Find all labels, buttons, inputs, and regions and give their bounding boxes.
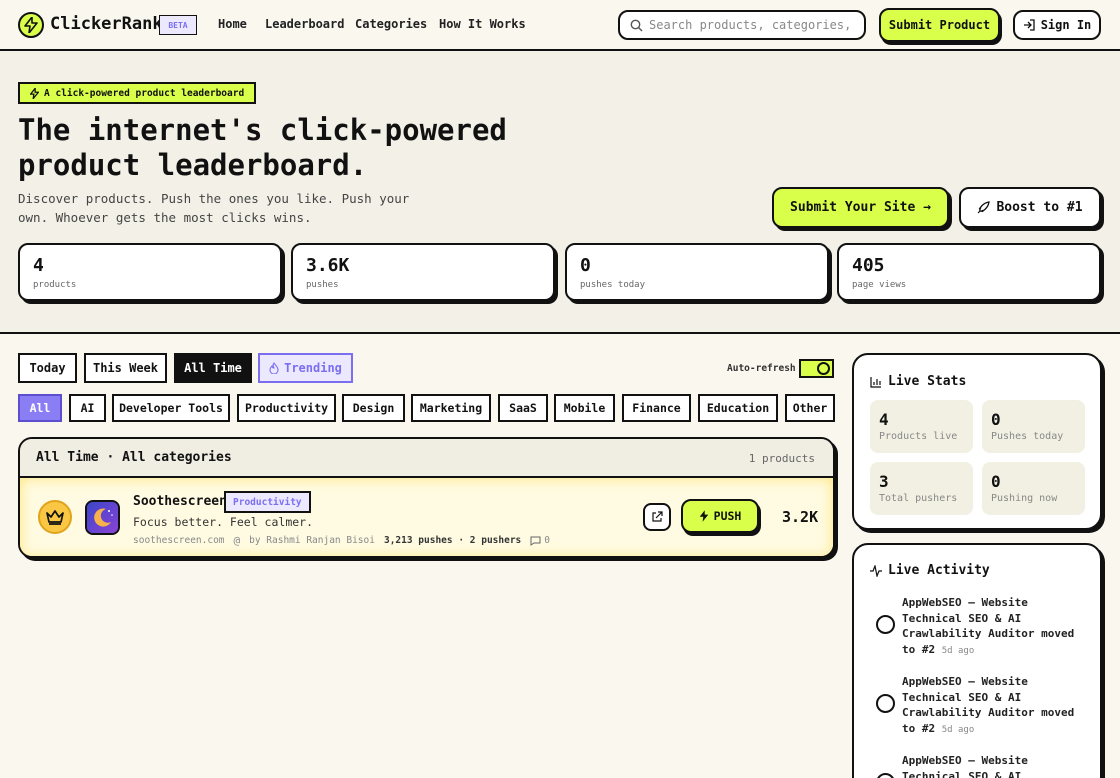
search-input[interactable] xyxy=(649,18,859,32)
mini-stat-products-live: 4 Products live xyxy=(870,400,973,453)
crown-icon xyxy=(38,500,72,534)
category-saas[interactable]: SaaS xyxy=(498,394,548,422)
search-icon xyxy=(630,19,643,31)
stat-card-page-views: 405 page views xyxy=(837,243,1101,301)
bar-chart-icon xyxy=(870,376,881,388)
nav-link-how-it-works[interactable]: How It Works xyxy=(439,17,526,31)
comments-count[interactable]: 0 xyxy=(530,535,550,546)
category-tag[interactable]: Productivity xyxy=(224,491,311,513)
tab-all-time[interactable]: All Time xyxy=(174,353,252,383)
activity-avatar xyxy=(876,694,895,713)
leaderboard-header: All Time · All categories 1 products xyxy=(20,439,833,478)
product-domain[interactable]: soothescreen.com xyxy=(133,535,225,546)
live-activity-title: Live Activity xyxy=(870,563,990,578)
category-developer-tools[interactable]: Developer Tools xyxy=(112,394,230,422)
tagline-badge: A click-powered product leaderboard xyxy=(18,82,257,104)
stat-value: 3.6K xyxy=(306,255,350,276)
external-link-icon xyxy=(652,511,663,522)
hero-section: A click-powered product leaderboard The … xyxy=(0,51,1120,334)
stat-card-products: 4 products xyxy=(18,243,282,301)
category-mobile[interactable]: Mobile xyxy=(554,394,615,422)
sign-in-label: Sign In xyxy=(1040,18,1092,32)
at-icon: @ xyxy=(233,534,241,547)
mini-stat-total-pushers: 3 Total pushers xyxy=(870,462,973,515)
nav-link-leaderboard[interactable]: Leaderboard xyxy=(265,17,344,31)
activity-icon xyxy=(870,564,882,577)
stat-label: page views xyxy=(852,280,907,290)
submit-your-site-button[interactable]: Submit Your Site → xyxy=(772,187,949,228)
rocket-icon xyxy=(978,201,991,214)
brand-name[interactable]: ClickerRank xyxy=(50,14,163,34)
mini-stat-pushing-now: 0 Pushing now xyxy=(982,462,1085,515)
headline-line-1: The internet's click-powered xyxy=(18,113,507,147)
stat-card-pushes-today: 0 pushes today xyxy=(565,243,829,301)
submit-product-button[interactable]: Submit Product xyxy=(879,8,1000,42)
stat-value: 4 xyxy=(33,255,44,276)
stat-value: 0 xyxy=(580,255,591,276)
stat-card-pushes: 3.6K pushes xyxy=(291,243,555,301)
lightning-logo-icon[interactable] xyxy=(18,12,44,38)
category-ai[interactable]: AI xyxy=(69,394,106,422)
toggle-knob xyxy=(817,362,830,375)
moon-app-icon[interactable] xyxy=(85,500,120,535)
stat-label: products xyxy=(33,280,77,290)
search-box[interactable] xyxy=(618,10,866,40)
boost-button[interactable]: Boost to #1 xyxy=(959,187,1101,228)
category-education[interactable]: Education xyxy=(698,394,778,422)
activity-avatar xyxy=(876,615,895,634)
auto-refresh-toggle[interactable] xyxy=(799,359,834,378)
category-all[interactable]: All xyxy=(18,394,62,422)
lightning-icon xyxy=(699,510,708,522)
table-row[interactable]: Soothescreen Productivity Focus better. … xyxy=(20,478,833,556)
product-description: Focus better. Feel calmer. xyxy=(133,515,314,529)
push-score: 3.2K xyxy=(782,508,819,526)
category-productivity[interactable]: Productivity xyxy=(237,394,336,422)
sign-in-button[interactable]: Sign In xyxy=(1013,10,1101,40)
product-name[interactable]: Soothescreen xyxy=(133,494,227,509)
leaderboard-title: All Time · All categories xyxy=(36,450,232,465)
category-marketing[interactable]: Marketing xyxy=(411,394,491,422)
tab-today[interactable]: Today xyxy=(18,353,77,383)
product-pushes: 3,213 pushes · 2 pushers xyxy=(383,535,522,546)
boost-label: Boost to #1 xyxy=(996,200,1083,215)
tab-trending-label: Trending xyxy=(284,361,342,375)
auto-refresh-label: Auto-refresh xyxy=(727,363,796,374)
product-author: by Rashmi Ranjan Bisoi xyxy=(249,535,375,546)
stat-value: 405 xyxy=(852,255,885,276)
nav-link-home[interactable]: Home xyxy=(218,17,247,31)
lightning-icon xyxy=(30,87,39,99)
live-stats-title: Live Stats xyxy=(870,374,966,389)
headline-line-2: product leaderboard. xyxy=(18,148,368,182)
flame-icon xyxy=(269,362,279,374)
category-design[interactable]: Design xyxy=(342,394,405,422)
sign-in-icon xyxy=(1023,19,1035,31)
live-stats-card: Live Stats 4 Products live 0 Pushes today … xyxy=(852,353,1102,530)
tagline-text: A click-powered product leaderboard xyxy=(44,87,245,99)
external-link-button[interactable] xyxy=(643,503,671,531)
push-label: PUSH xyxy=(713,509,742,523)
tab-trending[interactable]: Trending xyxy=(258,353,353,383)
stat-label: pushes xyxy=(306,280,339,290)
leaderboard-list: All Time · All categories 1 products Soo… xyxy=(18,437,835,558)
product-count: 1 products xyxy=(748,452,815,465)
mini-stat-pushes-today: 0 Pushes today xyxy=(982,400,1085,453)
comment-icon xyxy=(530,536,541,546)
beta-badge: BETA xyxy=(159,15,197,35)
category-finance[interactable]: Finance xyxy=(622,394,691,422)
tab-this-week[interactable]: This Week xyxy=(84,353,167,383)
category-other[interactable]: Other xyxy=(785,394,835,422)
product-meta: soothescreen.com @ by Rashmi Ranjan Biso… xyxy=(133,534,550,547)
live-activity-card: Live Activity AppWebSEO — Website Techni… xyxy=(852,543,1102,778)
activity-avatar xyxy=(876,773,895,778)
hero-subtext: Discover products. Push the ones you lik… xyxy=(18,191,410,225)
hero-headline: The internet's click-powered product lea… xyxy=(18,113,538,183)
top-navbar: ClickerRank BETA Home Leaderboard Catego… xyxy=(0,0,1120,51)
stat-label: pushes today xyxy=(580,280,646,290)
push-button[interactable]: PUSH xyxy=(681,499,759,533)
nav-link-categories[interactable]: Categories xyxy=(355,17,427,31)
